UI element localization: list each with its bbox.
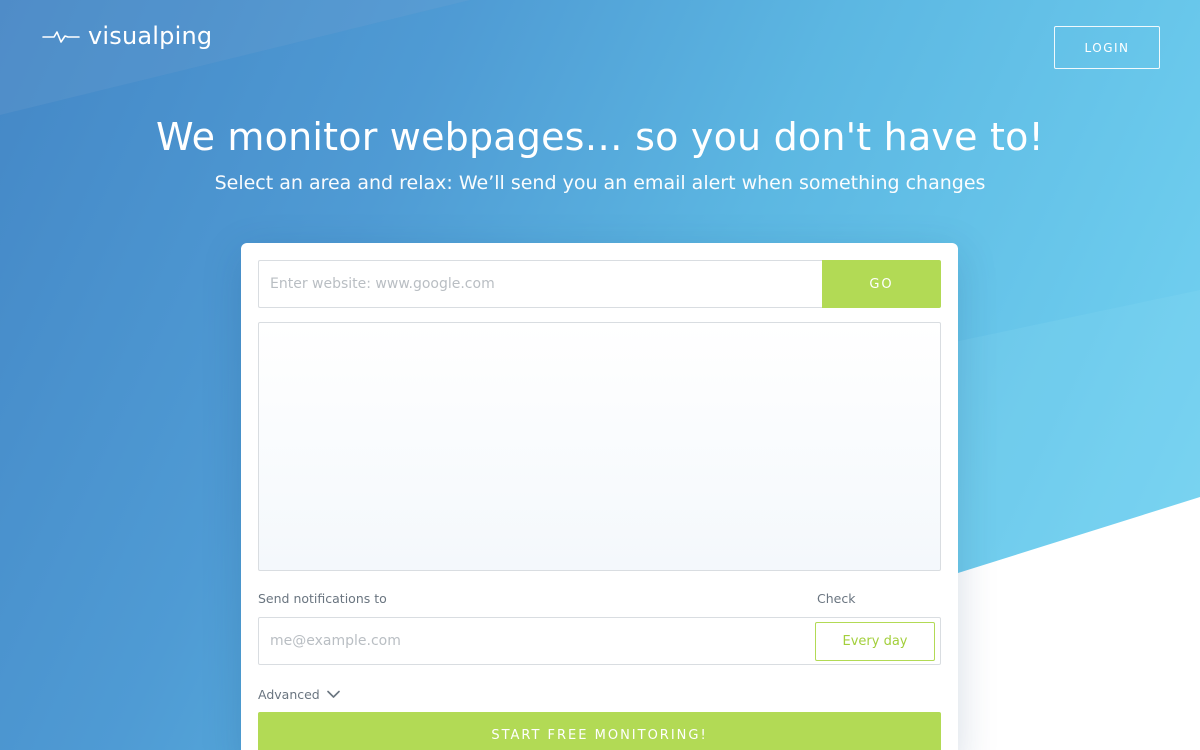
url-row: GO	[258, 260, 941, 308]
go-button[interactable]: GO	[822, 260, 941, 308]
chevron-down-icon	[326, 687, 340, 702]
hero-section: We monitor webpages… so you don't have t…	[0, 112, 1200, 196]
url-input[interactable]	[258, 260, 822, 308]
hero-title: We monitor webpages… so you don't have t…	[156, 115, 1044, 159]
notify-label: Send notifications to	[258, 591, 387, 606]
advanced-toggle[interactable]: Advanced	[258, 687, 340, 702]
notify-row: Every day	[258, 617, 941, 665]
check-label: Check	[817, 591, 856, 606]
frequency-select[interactable]: Every day	[815, 621, 935, 661]
email-field[interactable]	[259, 618, 815, 664]
page-preview-area[interactable]	[258, 322, 941, 571]
login-button[interactable]: LOGIN	[1054, 26, 1160, 69]
brand-logo[interactable]: visualping	[42, 22, 212, 50]
advanced-label: Advanced	[258, 687, 320, 702]
site-header: visualping LOGIN	[0, 0, 1200, 90]
start-monitoring-button[interactable]: START FREE MONITORING!	[258, 712, 941, 750]
monitor-form-card: GO Send notifications to Check Every day…	[241, 243, 958, 750]
brand-name: visualping	[88, 22, 213, 50]
pulse-icon	[42, 25, 80, 47]
hero-subtitle: Select an area and relax: We’ll send you…	[214, 172, 986, 194]
